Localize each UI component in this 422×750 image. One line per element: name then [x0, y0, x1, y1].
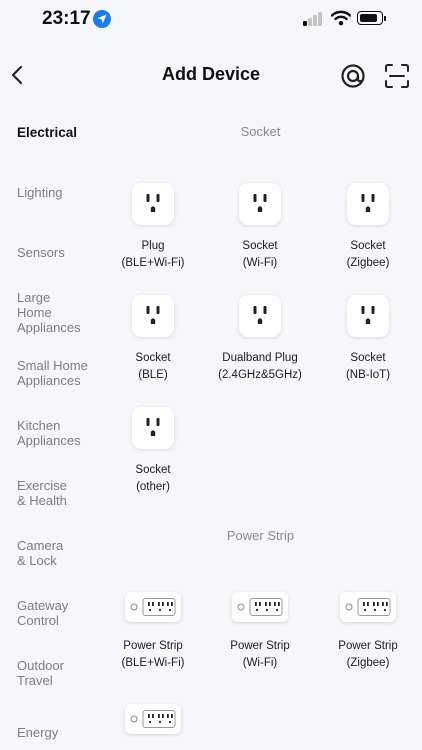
status-bar: 23:17: [0, 0, 422, 40]
device-label: Socket (Zigbee): [346, 240, 390, 269]
device-socket-wifi[interactable]: Socket (Wi-Fi): [206, 183, 314, 272]
sidebar-item-energy[interactable]: Energy: [17, 725, 107, 740]
device-power-strip-partial[interactable]: [99, 704, 207, 734]
device-label: Power Strip (BLE+Wi-Fi): [121, 640, 185, 669]
power-strip-icon: [340, 592, 396, 622]
wall-socket-icon: [132, 407, 174, 449]
sidebar-item-electrical[interactable]: Electrical: [17, 125, 107, 140]
nav-bar: Add Device: [0, 52, 422, 98]
sidebar-item-sensors[interactable]: Sensors: [17, 245, 107, 260]
battery-icon: [357, 11, 386, 25]
device-label: Socket (BLE): [135, 352, 171, 381]
sidebar-item-camera-lock[interactable]: Camera & Lock: [17, 538, 72, 568]
section-title-power-strip: Power Strip: [226, 528, 295, 543]
cellular-signal-icon: [303, 12, 323, 26]
device-label: Dualband Plug (2.4GHz&5GHz): [218, 352, 302, 381]
status-time: 23:17: [42, 8, 91, 29]
at-sign-scan-icon: [341, 64, 365, 88]
device-dualband-plug[interactable]: Dualband Plug (2.4GHz&5GHz): [206, 295, 314, 384]
sidebar-item-kitchen-appliances[interactable]: Kitchen Appliances: [17, 418, 89, 448]
device-power-strip-ble-wifi[interactable]: Power Strip (BLE+Wi-Fi): [99, 592, 207, 672]
wall-socket-icon: [239, 183, 281, 225]
scan-qr-button[interactable]: [383, 62, 411, 90]
wall-socket-icon: [347, 183, 389, 225]
device-socket-ble[interactable]: Socket (BLE): [99, 295, 207, 384]
wall-socket-icon: [132, 183, 174, 225]
device-label: Power Strip (Wi-Fi): [230, 640, 290, 669]
device-label: Socket (Wi-Fi): [242, 240, 278, 269]
battery-level: [359, 13, 377, 22]
device-label: Plug (BLE+Wi-Fi): [121, 240, 185, 269]
device-socket-nb-iot[interactable]: Socket (NB-IoT): [314, 295, 422, 384]
device-label: Power Strip (Zigbee): [338, 640, 398, 669]
device-plug-ble-wifi[interactable]: Plug (BLE+Wi-Fi): [99, 183, 207, 272]
location-arrow-icon: [93, 10, 111, 28]
scan-nearby-button[interactable]: [339, 62, 367, 90]
wall-socket-icon: [239, 295, 281, 337]
sidebar-item-gateway-control[interactable]: Gateway Control: [17, 598, 77, 628]
sidebar-item-small-home-appliances[interactable]: Small Home Appliances: [17, 358, 107, 388]
sidebar-item-outdoor-travel[interactable]: Outdoor Travel: [17, 658, 77, 688]
device-power-strip-zigbee[interactable]: Power Strip (Zigbee): [314, 592, 422, 672]
device-label: Socket (other): [135, 464, 171, 493]
qr-scan-icon: [385, 64, 409, 88]
wifi-icon: [330, 10, 352, 31]
device-label: Socket (NB-IoT): [345, 352, 391, 381]
power-strip-icon: [125, 704, 181, 734]
device-socket-other[interactable]: Socket (other): [99, 407, 207, 496]
wall-socket-icon: [347, 295, 389, 337]
power-strip-icon: [125, 592, 181, 622]
device-power-strip-wifi[interactable]: Power Strip (Wi-Fi): [206, 592, 314, 672]
wall-socket-icon: [132, 295, 174, 337]
sidebar-item-lighting[interactable]: Lighting: [17, 185, 107, 200]
device-socket-zigbee[interactable]: Socket (Zigbee): [314, 183, 422, 272]
power-strip-icon: [232, 592, 288, 622]
sidebar-item-large-home-appliances[interactable]: Large Home Appliances: [17, 290, 81, 335]
sidebar-item-exercise-health[interactable]: Exercise & Health: [17, 478, 77, 508]
section-title-socket: Socket: [240, 124, 281, 139]
